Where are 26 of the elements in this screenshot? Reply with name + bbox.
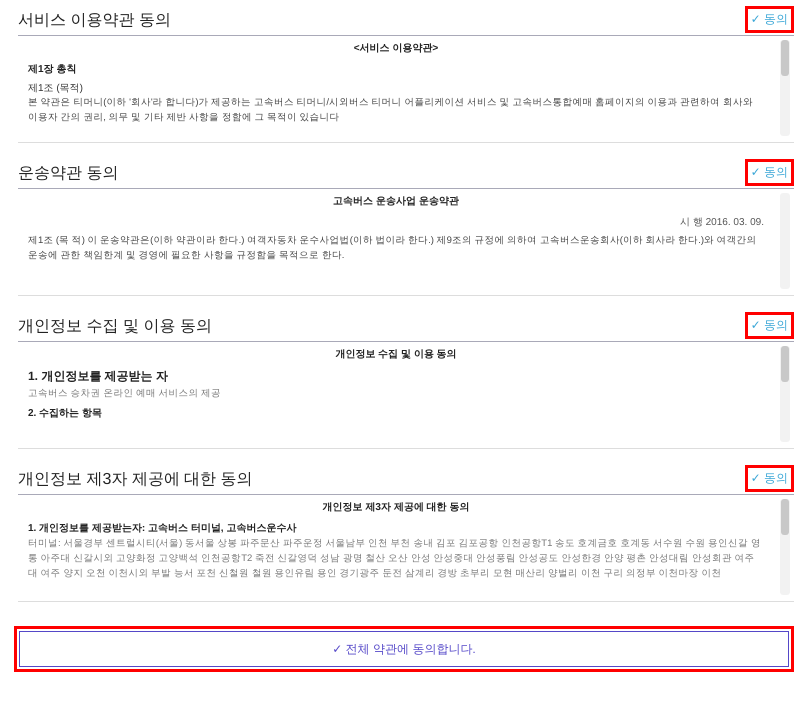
section-title: 개인정보 수집 및 이용 동의 <box>18 317 212 337</box>
document-title: 개인정보 수집 및 이용 동의 <box>334 348 458 361</box>
terms-paragraph: 고속버스 승차권 온라인 예매 서비스의 제공 <box>28 387 222 401</box>
agree-all-button[interactable]: ✓ 전체 약관에 동의합니다. <box>14 626 794 672</box>
terms-paragraph: 본 약관은 티머니(이하 '회사'라 합니다)가 제공하는 고속버스 티머니/시외버스 티머니 어플리케이션 서비스 및 고속버스통합예매 홈페이지의 이용과 관련하여 회사와 이용자 간의 권리, 의무 및 기타 제반 사항을 정함에 그 목적이 있습니다 <box>28 96 754 125</box>
terms-heading: 2. 수집하는 항목 <box>28 407 103 420</box>
section-title: 서비스 이용약관 동의 <box>18 11 171 31</box>
agree-button[interactable]: ✓ 동의 <box>744 6 794 33</box>
document-title: 고속버스 운송사업 운송약관 <box>332 195 460 208</box>
terms-paragraph: 터미널: 서울경부 센트럴시티(서울) 동서울 상봉 파주문산 파주운정 서울남부 인천 부천 송내 김포 김포공항 인천공항T1 송도 호계금호 호계동 서수원 수원 용인신갈 영통 아주대 신갈시외 고양화정 고양백석 인천공항T2 죽전 신갈영덕 성남 광명 철산 오산 안성 안성중대 안성풍림 안성공도 안성한경 안양 평촌 안성대림 안성회관 여주대 여주 양지 오천 이천시외 부발 능서 포천 신철원 철원 용인유림 용인 경기광주 둔전 삼계리 경방 초부리 모현 매산리 양벌리 이천 구리 의정부 이천마장 이천 <box>28 537 762 582</box>
terms-heading: 1. 개인정보를 제공받는 자 <box>28 368 170 385</box>
agree-button[interactable]: ✓ 동의 <box>744 159 794 186</box>
document-title: 개인정보 제3자 제공에 대한 동의 <box>322 501 470 514</box>
scrollbar[interactable] <box>780 346 790 442</box>
terms-heading: 1. 개인정보를 제공받는자: 고속버스 터미널, 고속버스운수사 <box>28 522 298 535</box>
agree-button[interactable]: ✓ 동의 <box>744 312 794 339</box>
agree-button[interactable]: ✓ 동의 <box>744 465 794 492</box>
scrollbar[interactable] <box>780 499 790 595</box>
section-title: 개인정보 제3자 제공에 대한 동의 <box>18 470 253 490</box>
terms-heading: 제1장 총칙 <box>28 63 78 76</box>
terms-heading: 시 행 2016. 03. 09. <box>679 216 764 229</box>
scrollbar[interactable] <box>780 40 790 136</box>
terms-paragraph: 제1조 (목 적) 이 운송약관은(이하 약관이라 한다.) 여객자동차 운수사업법(이하 법이라 한다.) 제9조의 규정에 의하여 고속버스운송회사(이하 회사라 한다.)와 여객간의 운송에 관한 책임한계 및 경영에 필요한 사항을 규정함을 목적으로 한다. <box>28 234 758 263</box>
terms-heading: 제1조 (목적) <box>28 82 84 95</box>
section-title: 운송약관 동의 <box>18 164 118 184</box>
document-title: <서비스 이용약관> <box>352 42 440 55</box>
